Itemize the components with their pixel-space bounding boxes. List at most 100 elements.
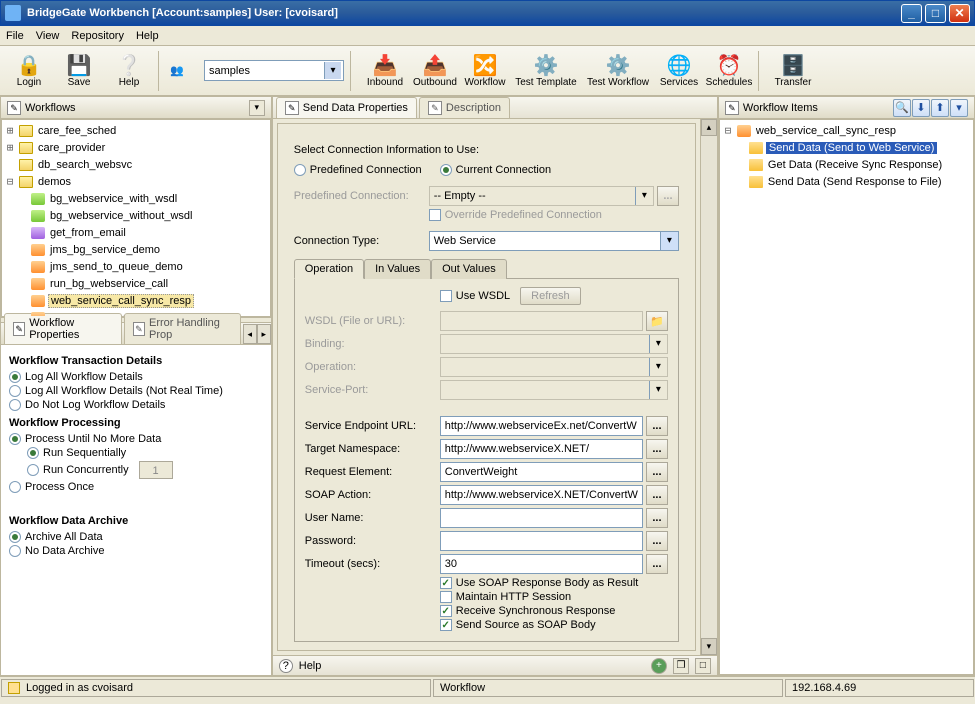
radio-log-nrt[interactable]: Log All Workflow Details (Not Real Time) [9, 385, 263, 397]
status-icon [8, 682, 20, 694]
menu-repository[interactable]: Repository [71, 30, 124, 42]
use-wsdl-check[interactable]: Use WSDL [440, 290, 510, 302]
workflows-panel-header: ✎ Workflows ▾ [1, 97, 271, 119]
soapaction-browse-button[interactable]: ... [646, 485, 668, 505]
tab-scroll-right[interactable]: ▸ [257, 324, 271, 344]
radio-log-all[interactable]: Log All Workflow Details [9, 371, 263, 383]
radio-run-conc[interactable]: Run Concurrently1 [27, 461, 263, 479]
use-soap-body-check[interactable]: Use SOAP Response Body as Result [440, 577, 668, 589]
status-logged-in: Logged in as cvoisard [1, 679, 431, 697]
mid-tabs: ✎Send Data Properties ✎Description [273, 97, 717, 119]
outbound-button[interactable]: 📤Outbound [412, 49, 458, 93]
maximize-panel-icon[interactable]: □ [695, 658, 711, 674]
radio-until-no-more[interactable]: Process Until No More Data [9, 433, 263, 445]
inbound-button[interactable]: 📥Inbound [362, 49, 408, 93]
tab-error-handling[interactable]: ✎Error Handling Prop [124, 313, 241, 344]
wf-root[interactable]: ⊟web_service_call_sync_resp [722, 122, 971, 139]
endpoint-browse-button[interactable]: ... [646, 416, 668, 436]
password-browse-button[interactable]: ... [646, 531, 668, 551]
tab-out-values[interactable]: Out Values [431, 259, 507, 279]
scroll-up-icon[interactable]: ▴ [701, 119, 717, 136]
tab-workflow-properties[interactable]: ✎Workflow Properties [4, 313, 122, 344]
recv-sync-check[interactable]: Receive Synchronous Response [440, 605, 668, 617]
folder-icon [19, 125, 33, 137]
wf-item-selected[interactable]: Send Data (Send to Web Service) [722, 139, 971, 156]
conn-type-select[interactable]: Web Service [429, 231, 679, 251]
tree-folder[interactable]: ⊞care_fee_sched [4, 122, 268, 139]
up-icon[interactable]: ⬆ [931, 99, 949, 117]
tree-folder-demos[interactable]: ⊟demos [4, 173, 268, 190]
help-label[interactable]: Help [299, 660, 322, 672]
radio-current-conn[interactable]: Current Connection [440, 164, 551, 176]
checkbox-icon [440, 591, 452, 603]
username-input[interactable] [440, 508, 643, 528]
scroll-down-icon[interactable]: ▾ [701, 638, 717, 655]
radio-no-log[interactable]: Do Not Log Workflow Details [9, 399, 263, 411]
wf-item[interactable]: Get Data (Receive Sync Response) [722, 156, 971, 173]
add-icon[interactable]: + [651, 658, 667, 674]
reqelem-browse-button[interactable]: ... [646, 462, 668, 482]
workflow-icon [31, 210, 45, 222]
find-icon[interactable]: 🔍 [893, 99, 911, 117]
tree-item[interactable]: jms_bg_service_demo [4, 241, 268, 258]
close-button[interactable]: ✕ [949, 4, 970, 23]
restore-icon[interactable]: ❐ [673, 658, 689, 674]
account-combo[interactable]: samples [204, 60, 344, 81]
test-template-button[interactable]: ⚙️Test Template [512, 49, 580, 93]
radio-proc-once[interactable]: Process Once [9, 481, 263, 493]
timeout-input[interactable]: 30 [440, 554, 643, 574]
tab-send-data-properties[interactable]: ✎Send Data Properties [276, 97, 417, 118]
workflows-tree[interactable]: ⊞care_fee_sched ⊞care_provider db_search… [1, 119, 271, 317]
minimize-button[interactable]: _ [901, 4, 922, 23]
vertical-scrollbar[interactable]: ▴ ▾ [700, 119, 717, 655]
workflow-items-tree[interactable]: ⊟web_service_call_sync_resp Send Data (S… [719, 119, 974, 675]
maintain-http-check[interactable]: Maintain HTTP Session [440, 591, 668, 603]
username-browse-button[interactable]: ... [646, 508, 668, 528]
folder-icon [19, 176, 33, 188]
radio-run-seq[interactable]: Run Sequentially [27, 447, 263, 459]
tab-description[interactable]: ✎Description [419, 97, 510, 118]
send-source-check[interactable]: Send Source as SOAP Body [440, 619, 668, 631]
concurrency-value[interactable]: 1 [139, 461, 173, 479]
panel-menu-button[interactable]: ▾ [249, 100, 265, 116]
menu-help[interactable]: Help [136, 30, 159, 42]
test-workflow-button[interactable]: ⚙️Test Workflow [584, 49, 652, 93]
tree-item[interactable]: bg_webservice_with_wsdl [4, 190, 268, 207]
tab-in-values[interactable]: In Values [364, 259, 431, 279]
menu-view[interactable]: View [36, 30, 60, 42]
tree-item[interactable]: bg_webservice_without_wsdl [4, 207, 268, 224]
reqelem-input[interactable]: ConvertWeight [440, 462, 643, 482]
schedules-button[interactable]: ⏰Schedules [706, 49, 752, 93]
help-button[interactable]: ❔Help [106, 49, 152, 93]
transfer-button[interactable]: 🗄️Transfer [770, 49, 816, 93]
login-button[interactable]: 🔒Login [6, 49, 52, 93]
targetns-browse-button[interactable]: ... [646, 439, 668, 459]
tree-folder[interactable]: ⊞care_provider [4, 139, 268, 156]
tree-item[interactable]: get_from_email [4, 224, 268, 241]
radio-archive-all[interactable]: Archive All Data [9, 531, 263, 543]
tab-scroll-left[interactable]: ◂ [243, 324, 257, 344]
down-icon[interactable]: ⬇ [912, 99, 930, 117]
radio-no-archive[interactable]: No Data Archive [9, 545, 263, 557]
services-button[interactable]: 🌐Services [656, 49, 702, 93]
tab-operation[interactable]: Operation [294, 259, 364, 279]
save-button[interactable]: 💾Save [56, 49, 102, 93]
workflow-button[interactable]: 🔀Workflow [462, 49, 508, 93]
password-input[interactable] [440, 531, 643, 551]
radio-icon [9, 433, 21, 445]
targetns-input[interactable]: http://www.webserviceX.NET/ [440, 439, 643, 459]
radio-predefined-conn[interactable]: Predefined Connection [294, 164, 422, 176]
endpoint-input[interactable]: http://www.webserviceEx.net/ConvertW [440, 416, 643, 436]
tree-item[interactable]: run_bg_webservice_call [4, 275, 268, 292]
menu-icon[interactable]: ▾ [950, 99, 968, 117]
wfitem-icon [749, 159, 763, 171]
compose-icon[interactable]: ✎ [7, 101, 21, 115]
wf-item[interactable]: Send Data (Send Response to File) [722, 173, 971, 190]
timeout-browse-button[interactable]: ... [646, 554, 668, 574]
maximize-button[interactable]: □ [925, 4, 946, 23]
soapaction-input[interactable]: http://www.webserviceX.NET/ConvertW [440, 485, 643, 505]
tree-item-selected[interactable]: web_service_call_sync_resp [4, 292, 268, 309]
tree-folder[interactable]: db_search_websvc [4, 156, 268, 173]
tree-item[interactable]: jms_send_to_queue_demo [4, 258, 268, 275]
menu-file[interactable]: File [6, 30, 24, 42]
